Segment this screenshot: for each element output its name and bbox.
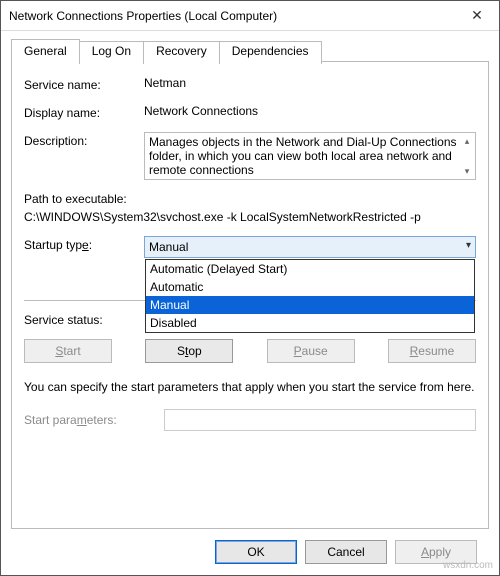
tab-strip: General Log On Recovery Dependencies: [11, 39, 489, 62]
description-label: Description:: [24, 132, 144, 148]
window-title: Network Connections Properties (Local Co…: [9, 9, 455, 23]
path-label: Path to executable:: [24, 192, 476, 206]
option-automatic-delayed[interactable]: Automatic (Delayed Start): [146, 260, 474, 278]
stop-button[interactable]: Stop: [145, 339, 233, 363]
startup-type-label: Startup type:: [24, 236, 144, 252]
dialog-footer: OK Cancel Apply: [11, 529, 489, 575]
option-automatic[interactable]: Automatic: [146, 278, 474, 296]
chevron-down-icon: ▾: [466, 240, 471, 251]
tab-dependencies[interactable]: Dependencies: [219, 41, 322, 64]
tab-general[interactable]: General: [11, 39, 80, 62]
option-manual[interactable]: Manual: [146, 296, 474, 314]
description-box: Manages objects in the Network and Dial-…: [144, 132, 476, 180]
scroll-down-icon[interactable]: ▾: [459, 163, 475, 179]
start-button[interactable]: Start: [24, 339, 112, 363]
help-text: You can specify the start parameters tha…: [24, 379, 476, 395]
service-name-value: Netman: [144, 76, 476, 90]
service-name-label: Service name:: [24, 76, 144, 92]
start-params-input[interactable]: [164, 409, 476, 431]
display-name-value: Network Connections: [144, 104, 476, 118]
startup-type-dropdown: Automatic (Delayed Start) Automatic Manu…: [145, 259, 475, 333]
tab-recovery[interactable]: Recovery: [143, 41, 220, 64]
startup-type-combo[interactable]: Manual ▾ Automatic (Delayed Start) Autom…: [144, 236, 476, 258]
tab-panel-general: Service name: Netman Display name: Netwo…: [11, 61, 489, 529]
close-icon[interactable]: ✕: [455, 1, 499, 31]
apply-button[interactable]: Apply: [395, 540, 477, 564]
resume-button[interactable]: Resume: [388, 339, 476, 363]
ok-button[interactable]: OK: [215, 540, 297, 564]
start-params-label: Start parameters:: [24, 413, 164, 427]
startup-type-selected: Manual: [149, 240, 188, 254]
cancel-button[interactable]: Cancel: [305, 540, 387, 564]
pause-button[interactable]: Pause: [267, 339, 355, 363]
titlebar[interactable]: Network Connections Properties (Local Co…: [1, 1, 499, 31]
client-area: General Log On Recovery Dependencies Ser…: [1, 31, 499, 575]
scroll-up-icon[interactable]: ▴: [459, 133, 475, 149]
service-status-label: Service status:: [24, 311, 144, 327]
description-text: Manages objects in the Network and Dial-…: [149, 135, 457, 177]
properties-dialog: Network Connections Properties (Local Co…: [0, 0, 500, 576]
option-disabled[interactable]: Disabled: [146, 314, 474, 332]
path-value: C:\WINDOWS\System32\svchost.exe -k Local…: [24, 210, 476, 224]
tab-logon[interactable]: Log On: [79, 41, 144, 64]
display-name-label: Display name:: [24, 104, 144, 120]
